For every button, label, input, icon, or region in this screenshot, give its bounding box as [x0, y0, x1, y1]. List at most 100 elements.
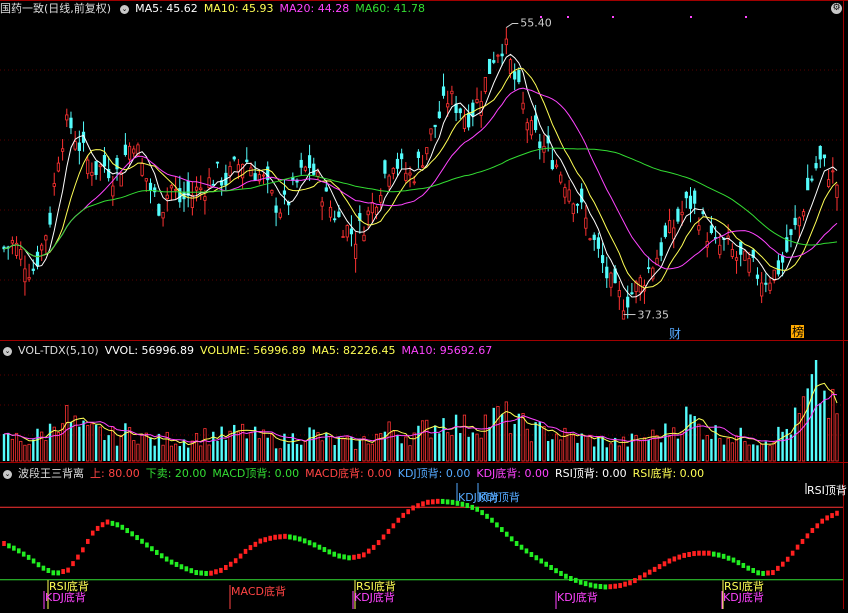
candle-body: [153, 187, 157, 193]
candle-body: [822, 154, 827, 159]
candle-body: [169, 185, 174, 189]
candle-body: [831, 170, 835, 173]
osc-dot: [224, 565, 228, 571]
volume-bar: [459, 433, 462, 461]
ma-line-ma5: [3, 53, 838, 298]
volume-bar: [86, 425, 90, 462]
osc-dot: [593, 583, 598, 589]
volume-bar: [689, 414, 692, 461]
osc-dot: [500, 527, 504, 533]
osc-dot: [347, 555, 351, 561]
volume-bar: [350, 436, 353, 461]
osc-dot: [603, 584, 608, 590]
candlestick-series: [2, 27, 839, 320]
candle-body: [194, 186, 199, 191]
osc-dot: [731, 557, 736, 563]
volume-bar: [157, 433, 161, 461]
candle-body: [755, 274, 760, 279]
osc-indicator-name[interactable]: 波段王三背离: [18, 467, 84, 480]
osc-dot: [371, 544, 376, 550]
volume-bar: [295, 443, 299, 461]
volume-bar: [584, 435, 588, 462]
candle-body: [592, 234, 596, 240]
gear-icon[interactable]: ⚙: [831, 3, 842, 14]
osc-dot: [327, 549, 332, 555]
chevron-down-icon[interactable]: ⌄: [3, 469, 12, 479]
chevron-down-icon[interactable]: ⌄: [3, 346, 12, 356]
volume-bar: [283, 433, 286, 461]
volume-bar: [216, 440, 219, 461]
osc-dot: [51, 570, 56, 576]
candle-body: [764, 282, 768, 285]
candle-body: [127, 145, 132, 160]
event-dot-0: [540, 16, 542, 18]
osc-dot: [509, 536, 514, 542]
osc-dot: [820, 518, 825, 524]
candle-body: [659, 242, 663, 256]
osc-dot: [366, 548, 371, 554]
volume-bar: [496, 406, 500, 462]
candle-body: [362, 234, 366, 242]
osc-dot: [721, 553, 726, 559]
volume-bar: [588, 434, 592, 462]
candle-body: [27, 277, 31, 280]
volume-bar: [567, 432, 571, 462]
volume-bar: [680, 431, 684, 462]
volume-bar: [593, 446, 596, 461]
candle-body: [161, 211, 165, 219]
volume-bar: [551, 439, 554, 461]
osc-dot: [480, 510, 484, 516]
volume-bar: [328, 436, 333, 462]
osc-dot: [7, 543, 11, 549]
osc-dot: [697, 550, 701, 556]
osc-dot: [613, 583, 617, 589]
osc-dot: [302, 538, 307, 544]
stock-name[interactable]: 国药一致: [0, 2, 44, 15]
main-indicator-1: MA10: 45.93: [203, 2, 274, 15]
chart-canvas[interactable]: RSI底背KDJ底背MACD底背RSI底背KDJ底背KDJ顶背KDJ顶背KDJ底…: [0, 0, 848, 609]
vol-indicator-0: VVOL: 56996.89: [104, 344, 195, 357]
osc-indicator-5: KDJ底背: 0.00: [476, 467, 549, 480]
volume-bar: [212, 431, 215, 461]
candle-body: [718, 244, 722, 255]
main-indicator-3: MA60: 41.78: [355, 2, 425, 15]
candle-body: [207, 177, 211, 189]
osc-dot: [322, 547, 327, 553]
candle-body: [10, 240, 14, 244]
vol-indicator-2: MA5: 82226.45: [311, 344, 396, 357]
candle-body: [559, 174, 563, 183]
volume-bar: [446, 432, 450, 462]
candle-body: [600, 255, 605, 264]
osc-dot: [12, 545, 16, 551]
volume-bar: [467, 436, 470, 461]
candle-body: [400, 153, 404, 160]
volume-bar: [417, 425, 420, 461]
candle-body: [458, 108, 462, 114]
osc-dot: [90, 530, 95, 536]
candle-body: [789, 229, 793, 236]
candle-body: [333, 218, 337, 221]
period-label[interactable]: (日线,前复权): [44, 2, 111, 15]
volume-bar: [119, 434, 123, 462]
volume-bar: [312, 429, 315, 461]
oscillator-dots: RSI底背KDJ底背MACD底背RSI底背KDJ底背KDJ顶背KDJ顶背KDJ底…: [0, 483, 847, 609]
osc-dot: [169, 559, 174, 565]
candle-body: [132, 148, 136, 154]
candle-body: [697, 225, 701, 231]
volume-bar: [345, 436, 349, 462]
osc-dot: [391, 523, 396, 529]
osc-dot: [692, 551, 696, 557]
vol-indicator-name[interactable]: VOL-TDX(5,10): [18, 344, 99, 357]
candle-body: [144, 178, 148, 182]
osc-dot: [145, 542, 149, 548]
volume-bar: [517, 413, 521, 461]
volume-bar: [454, 414, 458, 461]
candle-body: [190, 194, 194, 208]
osc-indicator-7: RSI底背: 0.00: [632, 467, 705, 480]
volume-bar: [597, 436, 600, 461]
volume-bar: [714, 425, 717, 461]
candle-body: [563, 187, 567, 198]
marker-cai: 财: [669, 327, 681, 341]
chevron-down-icon[interactable]: ⌄: [120, 4, 130, 14]
osc-dot: [273, 534, 277, 540]
